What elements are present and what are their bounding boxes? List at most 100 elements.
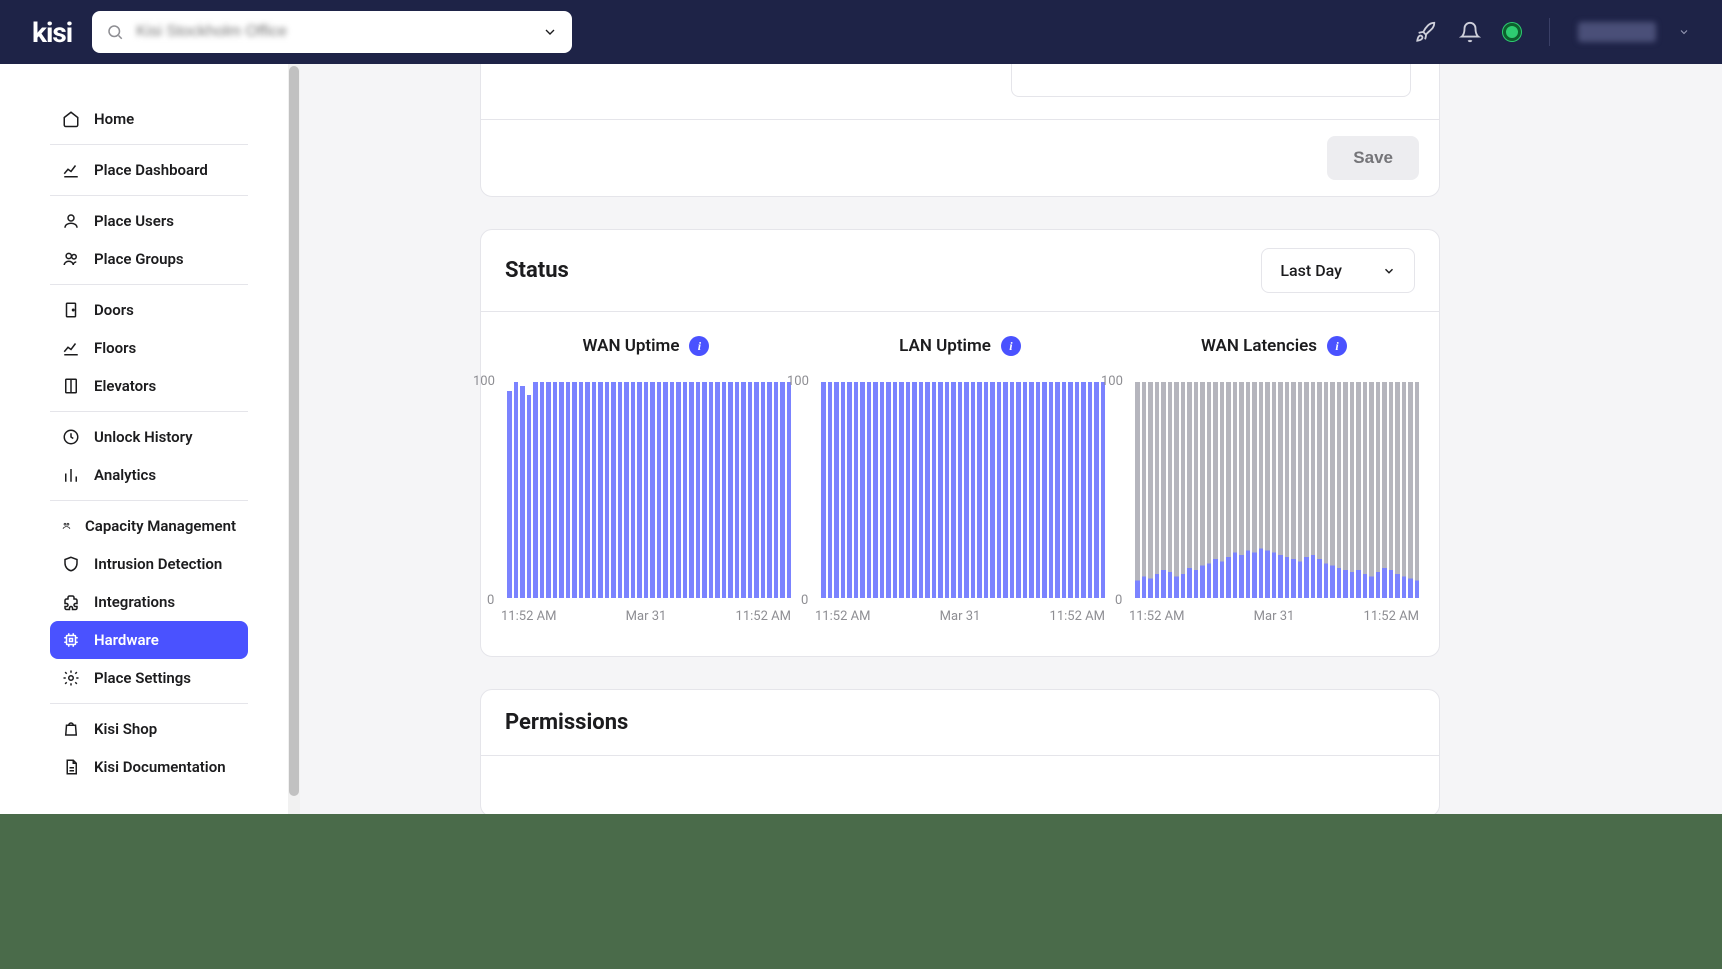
sidebar-item-integrations[interactable]: Integrations <box>50 583 248 621</box>
sidebar-item-label: Place Groups <box>94 250 184 268</box>
y-tick: 0 <box>487 593 494 608</box>
puzzle-icon <box>62 593 80 611</box>
x-tick: 11:52 AM <box>1129 609 1184 624</box>
text-field[interactable] <box>1011 64 1411 97</box>
info-icon[interactable]: i <box>1001 336 1021 356</box>
sidebar-item-label: Place Users <box>94 212 174 230</box>
x-tick: 11:52 AM <box>1050 609 1105 624</box>
sidebar-item-intrusion-detection[interactable]: Intrusion Detection <box>50 545 248 583</box>
sidebar-item-floors[interactable]: Floors <box>50 329 248 367</box>
sidebar-item-place-groups[interactable]: Place Groups <box>50 240 248 278</box>
save-button[interactable]: Save <box>1327 136 1419 180</box>
time-range-select[interactable]: Last Day <box>1261 248 1415 293</box>
sidebar-item-label: Home <box>94 110 134 128</box>
online-status-dot[interactable] <box>1503 23 1521 41</box>
sidebar-item-unlock-history[interactable]: Unlock History <box>50 418 248 456</box>
rocket-icon[interactable] <box>1415 21 1437 43</box>
search-input[interactable] <box>134 22 532 42</box>
chart-title-text: LAN Uptime <box>899 336 991 356</box>
sidebar-item-place-dashboard[interactable]: Place Dashboard <box>50 151 248 189</box>
y-tick: 0 <box>801 593 808 608</box>
chip-icon <box>62 631 80 649</box>
door-icon <box>62 301 80 319</box>
sidebar-item-label: Kisi Shop <box>94 720 157 738</box>
info-icon[interactable]: i <box>689 336 709 356</box>
doc-icon <box>62 758 80 776</box>
chart-title-text: WAN Uptime <box>583 336 680 356</box>
sidebar-item-label: Place Settings <box>94 669 191 687</box>
sidebar-item-label: Hardware <box>94 631 159 649</box>
home-icon <box>62 110 80 128</box>
sidebar-item-label: Unlock History <box>94 428 193 446</box>
permissions-title: Permissions <box>505 710 628 735</box>
place-search[interactable] <box>92 11 572 53</box>
user-name[interactable] <box>1578 22 1656 42</box>
chevron-down-icon <box>1382 264 1396 278</box>
bars-icon <box>62 466 80 484</box>
time-range-label: Last Day <box>1280 261 1342 280</box>
capacity-icon <box>62 517 71 535</box>
x-tick: Mar 31 <box>626 609 667 624</box>
x-tick: 11:52 AM <box>736 609 791 624</box>
x-tick: Mar 31 <box>1254 609 1295 624</box>
clock-icon <box>62 428 80 446</box>
scrollbar-thumb[interactable] <box>289 66 299 796</box>
sidebar-item-capacity-management[interactable]: Capacity Management <box>50 507 248 545</box>
shield-icon <box>62 555 80 573</box>
top-right-actions <box>1415 18 1690 46</box>
bag-icon <box>62 720 80 738</box>
bottom-band <box>0 814 1722 969</box>
chart-bars <box>507 382 791 598</box>
y-tick: 100 <box>1101 374 1123 389</box>
sidebar-item-label: Elevators <box>94 377 156 395</box>
bell-icon[interactable] <box>1459 21 1481 43</box>
y-tick: 0 <box>1115 593 1122 608</box>
x-ticks: 11:52 AM Mar 31 11:52 AM <box>815 609 1105 624</box>
top-nav: kisi <box>0 0 1722 64</box>
sidebar-item-kisi-shop[interactable]: Kisi Shop <box>50 710 248 748</box>
sidebar-item-label: Integrations <box>94 593 175 611</box>
x-tick: 11:52 AM <box>1364 609 1419 624</box>
sidebar-item-label: Capacity Management <box>85 517 236 535</box>
chart-title-text: WAN Latencies <box>1201 336 1317 356</box>
user-menu-chevron-icon[interactable] <box>1678 26 1690 38</box>
x-ticks: 11:52 AM Mar 31 11:52 AM <box>501 609 791 624</box>
elevator-icon <box>62 377 80 395</box>
chart-wan-uptime: WAN Uptimei100011:52 AMMar 3111:52 AM <box>493 336 799 624</box>
sidebar-item-label: Analytics <box>94 466 156 484</box>
chart-lan-uptime: LAN Uptimei100011:52 AMMar 3111:52 AM <box>807 336 1113 624</box>
sidebar-item-analytics[interactable]: Analytics <box>50 456 248 494</box>
chart-icon <box>62 161 80 179</box>
sidebar-item-hardware[interactable]: Hardware <box>50 621 248 659</box>
gear-icon <box>62 669 80 687</box>
status-card: Status Last Day WAN Uptime i 100 0 11:52 AM M… <box>480 229 1440 657</box>
x-tick: Mar 31 <box>940 609 981 624</box>
user-icon <box>62 212 80 230</box>
permissions-card: Permissions <box>480 689 1440 817</box>
sidebar-item-label: Floors <box>94 339 136 357</box>
search-icon <box>106 23 124 41</box>
y-tick: 100 <box>473 374 495 389</box>
chart-bars <box>821 382 1105 598</box>
x-tick: 11:52 AM <box>501 609 556 624</box>
x-ticks: 11:52 AM Mar 31 11:52 AM <box>1129 609 1419 624</box>
sidebar-item-kisi-documentation[interactable]: Kisi Documentation <box>50 748 248 786</box>
logo: kisi <box>32 16 72 49</box>
users-icon <box>62 250 80 268</box>
sidebar-item-label: Place Dashboard <box>94 161 208 179</box>
settings-card: Save <box>480 64 1440 197</box>
info-icon[interactable]: i <box>1327 336 1347 356</box>
sidebar-item-elevators[interactable]: Elevators <box>50 367 248 405</box>
sidebar-item-place-users[interactable]: Place Users <box>50 202 248 240</box>
sidebar-item-doors[interactable]: Doors <box>50 291 248 329</box>
chart-wan-latencies: WAN Latenciesi100011:52 AMMar 3111:52 AM <box>1121 336 1427 624</box>
status-title: Status <box>505 258 569 283</box>
y-tick: 100 <box>787 374 809 389</box>
floors-icon <box>62 339 80 357</box>
x-tick: 11:52 AM <box>815 609 870 624</box>
sidebar-item-label: Doors <box>94 301 134 319</box>
sidebar-item-home[interactable]: Home <box>50 100 248 138</box>
sidebar-item-label: Intrusion Detection <box>94 555 222 573</box>
sidebar-item-label: Kisi Documentation <box>94 758 226 776</box>
sidebar-item-place-settings[interactable]: Place Settings <box>50 659 248 697</box>
